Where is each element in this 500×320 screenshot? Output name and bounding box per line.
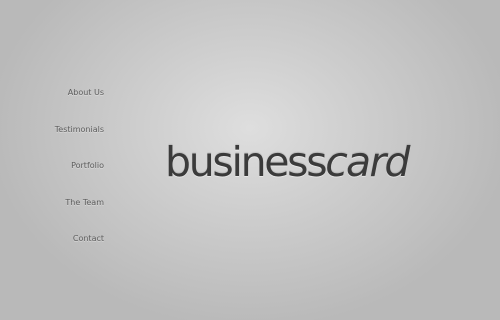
- nav-link-testimonials[interactable]: Testimonials: [55, 125, 104, 135]
- logo-word-card: card: [325, 138, 410, 186]
- nav-link-the-team[interactable]: The Team: [65, 198, 104, 208]
- brand-logo: businesscard: [165, 138, 410, 186]
- main-nav: About Us Testimonials Portfolio The Team…: [0, 0, 104, 320]
- page: About Us Testimonials Portfolio The Team…: [0, 0, 500, 320]
- nav-link-contact[interactable]: Contact: [73, 234, 104, 244]
- nav-link-portfolio[interactable]: Portfolio: [71, 161, 104, 171]
- logo-word-business: business: [165, 138, 328, 186]
- nav-link-about-us[interactable]: About Us: [68, 88, 104, 98]
